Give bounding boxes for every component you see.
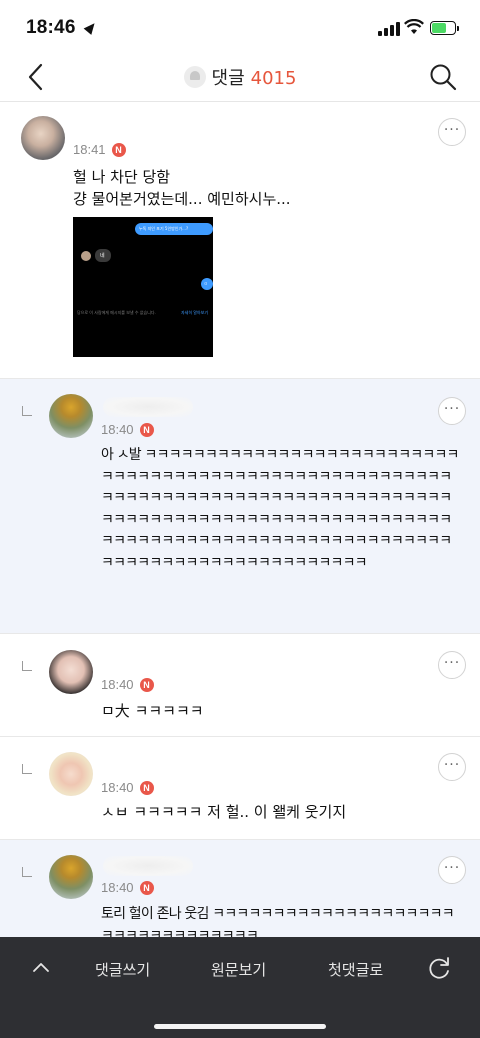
reply-indent-icon [22, 764, 32, 774]
blurred-username [103, 397, 193, 417]
attached-screenshot[interactable]: 누독 지인 포기 5인방인가...? 네 ㅁ 당으로 이 사람에게 메시지를 보… [73, 217, 213, 357]
more-options-button[interactable]: ··· [438, 397, 466, 425]
comment-count: 4015 [250, 68, 297, 89]
refresh-icon[interactable] [426, 956, 452, 982]
new-badge: N [139, 781, 154, 795]
comment-text: 아 ㅅ발 ㅋㅋㅋㅋㅋㅋㅋㅋㅋㅋㅋㅋㅋㅋㅋㅋㅋㅋㅋㅋㅋㅋㅋㅋㅋㅋㅋㅋㅋㅋㅋㅋㅋㅋㅋ… [101, 447, 459, 571]
reply-indent-icon [22, 661, 32, 671]
comment-meta: 18:40 N [101, 422, 154, 437]
bubble-text-2: ㅁ [204, 281, 208, 286]
write-comment-button[interactable]: 댓글쓰기 [95, 959, 150, 980]
bell-icon[interactable] [183, 66, 206, 88]
comment-meta: 18:40 N [101, 880, 154, 895]
avatar[interactable] [49, 855, 93, 899]
avatar[interactable] [49, 650, 93, 694]
comment-text: ㅅㅂ ㅋㅋㅋㅋㅋ 저 헐.. 이 왤케 웃기지 [101, 803, 347, 821]
status-bar: 18:46 [0, 0, 480, 56]
comment-time: 18:40 [101, 880, 134, 895]
new-badge: N [111, 143, 126, 157]
header-title-group: 댓글 4015 [0, 64, 480, 90]
status-time: 18:46 [26, 17, 76, 38]
new-badge: N [139, 881, 154, 895]
more-options-button[interactable]: ··· [438, 651, 466, 679]
avatar[interactable] [49, 752, 93, 796]
learn-more-link: 자세히 알아보기 [181, 310, 209, 315]
comment-text: 토리 헐이 존나 웃김 ㅋㅋㅋㅋㅋㅋㅋㅋㅋㅋㅋㅋㅋㅋㅋㅋㅋㅋㅋㅋㅋㅋㅋㅋㅋㅋㅋㅋ… [101, 906, 455, 937]
reply-indent-icon [22, 406, 32, 416]
comment-time: 18:40 [101, 422, 134, 437]
chat-avatar [81, 251, 91, 261]
comment-time: 18:41 [73, 142, 106, 157]
chevron-up-icon[interactable] [32, 961, 50, 973]
comment-meta: 18:41 N [73, 142, 126, 157]
comment-text: ㅁ大 ㅋㅋㅋㅋㅋ [101, 702, 204, 720]
search-icon[interactable] [428, 62, 458, 92]
more-options-button[interactable]: ··· [438, 118, 466, 146]
reply-indent-icon [22, 867, 32, 877]
avatar[interactable] [21, 116, 65, 160]
comments-header: 댓글 4015 [0, 56, 480, 102]
cellular-signal-icon [378, 22, 402, 36]
comment-item: 18:41 N ··· 헐 나 차단 당함 걍 물어본거였는데... 예민하시누.… [0, 103, 480, 379]
comment-text: 헐 나 차단 당함 걍 물어본거였는데... 예민하시누... [73, 168, 291, 208]
reply-text: 네 [100, 253, 105, 259]
blurred-username [103, 856, 193, 876]
more-options-button[interactable]: ··· [438, 856, 466, 884]
comment-time: 18:40 [101, 780, 134, 795]
bottom-action-bar: 댓글쓰기 원문보기 첫댓글로 [0, 937, 480, 1038]
battery-icon [430, 21, 459, 35]
first-comment-button[interactable]: 첫댓글로 [328, 959, 383, 980]
reply-item: 18:40 N ··· 아 ㅅ발 ㅋㅋㅋㅋㅋㅋㅋㅋㅋㅋㅋㅋㅋㅋㅋㅋㅋㅋㅋㅋㅋㅋㅋㅋ… [0, 379, 480, 634]
location-arrow-icon [83, 20, 99, 35]
new-badge: N [139, 423, 154, 437]
bubble-text: 누독 지인 포기 5인방인가...? [139, 226, 189, 231]
more-options-button[interactable]: ··· [438, 753, 466, 781]
header-title: 댓글 [211, 68, 245, 89]
new-badge: N [139, 678, 154, 692]
comment-time: 18:40 [101, 677, 134, 692]
reply-item: 18:40 N ··· ㅅㅂ ㅋㅋㅋㅋㅋ 저 헐.. 이 왤케 웃기지 [0, 737, 480, 840]
comment-meta: 18:40 N [101, 677, 154, 692]
reply-item: 18:40 N ··· 토리 헐이 존나 웃김 ㅋㅋㅋㅋㅋㅋㅋㅋㅋㅋㅋㅋㅋㅋㅋㅋㅋ… [0, 840, 480, 937]
blocked-notice: 당으로 이 사람에게 메시지를 보낼 수 없습니다. [77, 310, 156, 315]
reply-item: 18:40 N ··· ㅁ大 ㅋㅋㅋㅋㅋ [0, 634, 480, 737]
wifi-icon [404, 19, 424, 34]
comment-meta: 18:40 N [101, 780, 154, 795]
avatar[interactable] [49, 394, 93, 438]
home-indicator[interactable] [154, 1024, 326, 1029]
view-original-button[interactable]: 원문보기 [211, 959, 266, 980]
